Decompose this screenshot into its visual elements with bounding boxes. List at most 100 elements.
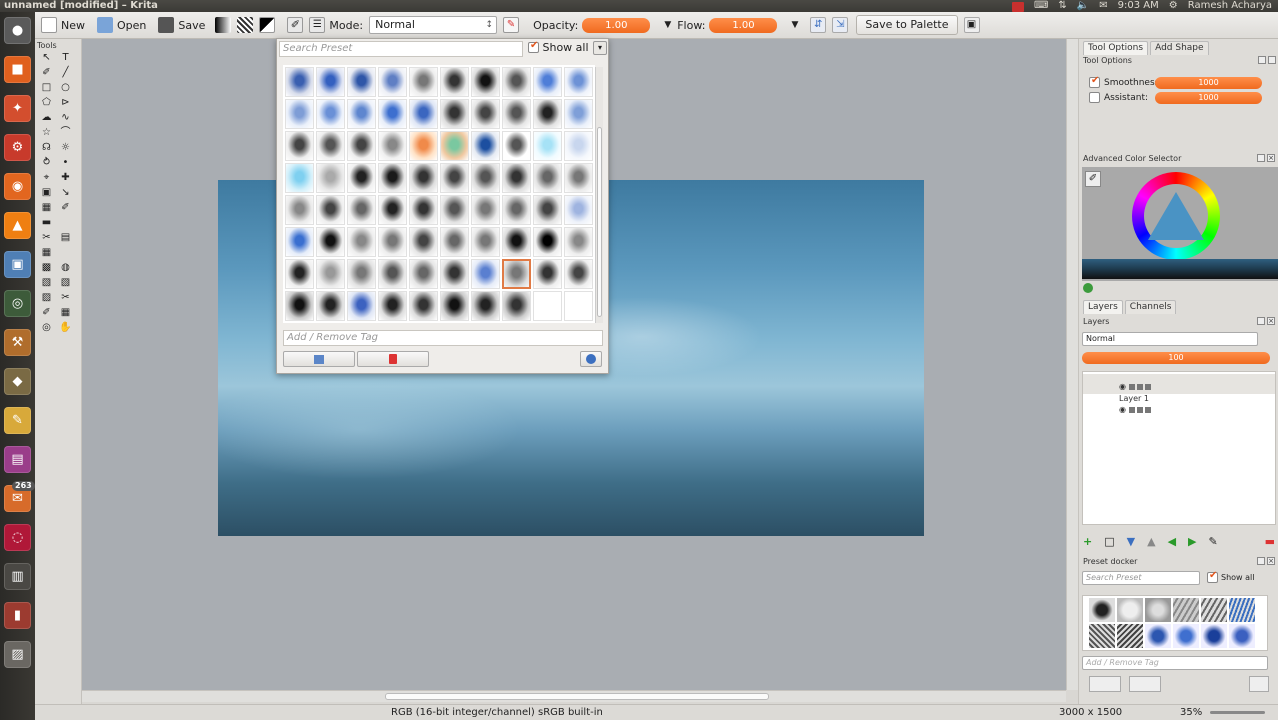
launcher-wine-icon[interactable]: ⚒ bbox=[4, 329, 31, 356]
tab-channels[interactable]: Channels bbox=[1124, 300, 1177, 314]
preset-thumb[interactable] bbox=[1173, 624, 1199, 648]
layer-name[interactable]: Layer 1 bbox=[1119, 394, 1149, 403]
flow-slider[interactable]: 1.00 bbox=[709, 17, 778, 33]
tool-icon[interactable]: ↘ bbox=[59, 187, 72, 199]
refresh-icon[interactable] bbox=[1083, 283, 1093, 293]
brush-preset-thumb[interactable] bbox=[440, 99, 469, 129]
brush-preset-thumb[interactable] bbox=[316, 291, 345, 321]
preset-thumb[interactable] bbox=[1201, 624, 1227, 648]
brush-preset-thumb[interactable] bbox=[440, 259, 469, 289]
preset-settings-button[interactable] bbox=[580, 351, 602, 367]
blend-mode-select[interactable]: Normal bbox=[1082, 332, 1258, 346]
move-right-icon[interactable]: ▶ bbox=[1188, 535, 1196, 548]
brush-preset-thumb[interactable] bbox=[285, 227, 314, 257]
layer-properties-icon[interactable]: ✎ bbox=[1209, 535, 1218, 548]
tool-icon[interactable]: ╱ bbox=[59, 67, 72, 79]
tool-icon[interactable]: ⌖ bbox=[40, 172, 53, 184]
brush-preset-thumb[interactable] bbox=[440, 227, 469, 257]
preset-thumb[interactable] bbox=[1117, 624, 1143, 648]
close-icon[interactable]: × bbox=[1267, 154, 1275, 162]
brush-preset-thumb[interactable] bbox=[316, 195, 345, 225]
brush-preset-thumb[interactable] bbox=[347, 195, 376, 225]
preset-docker-grid[interactable] bbox=[1082, 595, 1268, 651]
tool-icon[interactable]: ▧ bbox=[40, 277, 53, 289]
show-all-toggle[interactable]: Show all bbox=[528, 40, 589, 54]
tool-icon[interactable]: ☊ bbox=[40, 142, 53, 154]
tool-icon[interactable]: ✋ bbox=[59, 322, 72, 334]
preset-docker-import-button[interactable] bbox=[1089, 676, 1121, 692]
launcher-trash-icon[interactable]: ▨ bbox=[4, 641, 31, 668]
launcher-firefox-icon[interactable]: ◉ bbox=[4, 173, 31, 200]
brush-preset-thumb[interactable] bbox=[564, 291, 593, 321]
preset-menu-icon[interactable]: ▾ bbox=[593, 41, 607, 55]
tool-icon[interactable]: ✂ bbox=[40, 232, 53, 244]
tool-icon[interactable]: ✂ bbox=[59, 292, 72, 304]
brush-preset-thumb[interactable] bbox=[347, 291, 376, 321]
tool-icon[interactable] bbox=[59, 217, 72, 229]
record-indicator-icon[interactable] bbox=[1011, 1, 1024, 12]
float-icon[interactable] bbox=[1257, 154, 1265, 162]
layer-flags[interactable] bbox=[1128, 383, 1151, 390]
mode-select[interactable]: Normal bbox=[369, 16, 498, 34]
tool-icon[interactable]: ▦ bbox=[40, 247, 53, 259]
workspace-icon[interactable]: ▣ bbox=[963, 17, 980, 33]
brush-preset-thumb[interactable] bbox=[378, 131, 407, 161]
launcher-terminal-icon[interactable]: ▥ bbox=[4, 563, 31, 590]
launcher-debian-icon[interactable]: ◌ bbox=[4, 524, 31, 551]
tool-icon[interactable]: ✐ bbox=[59, 202, 72, 214]
preset-docker-float-icon[interactable] bbox=[1257, 557, 1265, 565]
mirror-horizontal-icon[interactable]: ⇵ bbox=[810, 17, 827, 33]
duplicate-layer-icon[interactable]: □ bbox=[1104, 535, 1114, 548]
tool-icon[interactable]: □ bbox=[40, 82, 53, 94]
triangle-shape[interactable] bbox=[1148, 192, 1204, 240]
tab-add-shape[interactable]: Add Shape bbox=[1150, 41, 1209, 55]
preset-thumb[interactable] bbox=[1145, 598, 1171, 622]
vertical-scrollbar[interactable] bbox=[1066, 39, 1078, 690]
tool-icon[interactable]: ↖ bbox=[40, 52, 53, 64]
brush-preset-thumb[interactable] bbox=[285, 291, 314, 321]
brush-preset-thumb[interactable] bbox=[285, 131, 314, 161]
tool-icon[interactable]: ○ bbox=[59, 82, 72, 94]
preset-docker-show-all-checkbox[interactable] bbox=[1207, 570, 1218, 583]
brush-preset-thumb[interactable] bbox=[285, 259, 314, 289]
brush-preset-thumb[interactable] bbox=[533, 163, 562, 193]
tool-icon[interactable]: ☆ bbox=[40, 127, 53, 139]
brush-preset-thumb[interactable] bbox=[564, 259, 593, 289]
brush-preset-thumb[interactable] bbox=[502, 259, 531, 289]
delete-layer-icon[interactable]: ▬ bbox=[1265, 535, 1275, 548]
move-down-icon[interactable]: ▼ bbox=[1127, 535, 1135, 548]
preset-thumb[interactable] bbox=[1089, 624, 1115, 648]
color-picker-icon[interactable]: ✐ bbox=[1085, 171, 1101, 187]
gradient-icon[interactable] bbox=[215, 17, 232, 33]
tool-icon[interactable]: ∿ bbox=[59, 112, 72, 124]
preset-docker-close-icon[interactable]: × bbox=[1267, 557, 1275, 565]
preset-thumb[interactable] bbox=[1173, 598, 1199, 622]
brush-preset-thumb[interactable] bbox=[471, 163, 500, 193]
tool-icon[interactable]: ▨ bbox=[40, 292, 53, 304]
tool-icon[interactable]: ▦ bbox=[59, 307, 72, 319]
volume-icon[interactable]: 🔈 bbox=[1077, 0, 1089, 12]
session-icon[interactable]: ⚙ bbox=[1169, 0, 1178, 12]
saturation-triangle[interactable] bbox=[1144, 184, 1208, 248]
assistant-checkbox[interactable] bbox=[1089, 92, 1100, 103]
brush-preset-thumb[interactable] bbox=[347, 99, 376, 129]
brush-preset-thumb[interactable] bbox=[378, 259, 407, 289]
brush-preset-thumb[interactable] bbox=[533, 99, 562, 129]
mail-icon[interactable]: ✉ bbox=[1099, 0, 1107, 12]
open-button[interactable]: Open bbox=[91, 14, 152, 36]
brush-preset-thumb[interactable] bbox=[440, 291, 469, 321]
brush-preset-icon[interactable]: ✐ bbox=[287, 17, 304, 33]
preset-docker-delete-button[interactable] bbox=[1129, 676, 1161, 692]
brush-preset-thumb[interactable] bbox=[471, 131, 500, 161]
zoom-slider[interactable] bbox=[1210, 711, 1265, 714]
brush-preset-thumb[interactable] bbox=[409, 99, 438, 129]
brush-preset-thumb[interactable] bbox=[564, 195, 593, 225]
opacity-slider[interactable]: 1.00 bbox=[582, 17, 651, 33]
brush-preset-thumb[interactable] bbox=[564, 131, 593, 161]
user-name[interactable]: Ramesh Acharya bbox=[1188, 0, 1272, 12]
tool-icon[interactable]: ⊳ bbox=[59, 97, 72, 109]
mirror-vertical-icon[interactable]: ⇲ bbox=[832, 17, 849, 33]
brush-preset-thumb[interactable] bbox=[409, 163, 438, 193]
delete-preset-button[interactable] bbox=[357, 351, 429, 367]
layer-flags[interactable] bbox=[1128, 406, 1151, 413]
